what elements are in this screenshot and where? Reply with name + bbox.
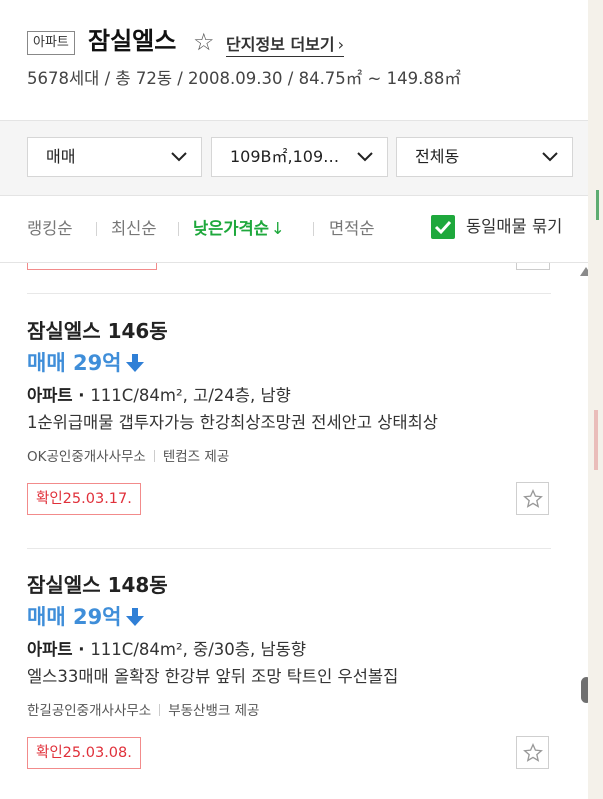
confirm-badge: 확인25.03.17. [27,483,141,515]
complex-name: 잠실엘스 [88,27,177,55]
listing-description: 엘스33매매 올확장 한강뷰 앞뒤 조망 탁트인 우선볼집 [27,667,399,686]
star-outline-icon [523,489,543,508]
map-edge [588,0,603,799]
sort-arrow-down-icon: ↓ [270,219,285,238]
building-select[interactable]: 전체동 [396,137,573,177]
listing-list: 잠실엘스 146동 매매 29억 아파트 · 111C/84m², 고/24층,… [0,263,578,799]
favorite-star-icon[interactable]: ☆ [193,29,215,55]
chevron-right-icon: › [337,35,345,54]
scrollbar-thumb[interactable] [581,677,588,703]
listing-agent: OK공인중개사사무소 텐컴즈 제공 [27,447,229,467]
checkbox-checked-icon[interactable] [431,215,455,239]
listing-spec-text: 111C/84m², 중/30층, 남동향 [90,640,307,659]
area-value: 109B㎡,109… [230,147,340,166]
listing-panel: 아파트 잠실엘스 ☆ 단지정보 더보기 › 5678세대 / 총 72동 / 20… [0,0,588,799]
dedupe-label: 동일매물 묶기 [466,217,563,236]
listing-spec: 아파트 · 111C/84m², 고/24층, 남향 [27,386,291,405]
sort-ranking[interactable]: 랭킹순 [27,218,73,240]
complex-header: 아파트 잠실엘스 ☆ 단지정보 더보기 › 5678세대 / 총 72동 / 20… [0,0,588,121]
trade-type-value: 매매 [46,147,76,166]
listing-kind: 아파트 [27,640,73,659]
map-road [596,190,599,220]
provider-name: 텐컴즈 제공 [162,449,230,465]
sort-latest[interactable]: 최신순 [111,218,157,240]
listing-item[interactable]: 잠실엘스 148동 매매 29억 아파트 · 111C/84m², 중/30층,… [27,572,557,772]
star-outline-icon [523,743,543,762]
sort-divider [96,222,97,236]
listing-description: 1순위급매물 갭투자가능 한강최상조망권 전세안고 상태최상 [27,413,438,432]
listing-price-text: 매매 29억 [27,351,122,375]
arrow-down-icon [125,354,144,372]
provider-name: 부동산뱅크 제공 [168,703,260,719]
sort-bar: 랭킹순 최신순 낮은가격순 ↓ 면적순 동일매물 묶기 [0,196,588,263]
listing-spec: 아파트 · 111C/84m², 중/30층, 남동향 [27,640,307,659]
favorite-button-partial[interactable] [516,263,550,270]
arrow-down-icon [125,608,144,626]
listing-spec-text: 111C/84m², 고/24층, 남향 [90,386,291,405]
listing-price-text: 매매 29억 [27,605,122,629]
agent-divider [159,704,161,716]
sort-low-price[interactable]: 낮은가격순 ↓ [193,218,285,240]
complex-info-link[interactable]: 단지정보 더보기 › [226,34,345,57]
list-divider [27,548,551,549]
sort-divider [313,222,314,236]
area-select[interactable]: 109B㎡,109… [211,137,388,177]
complex-summary: 5678세대 / 총 72동 / 2008.09.30 / 84.75㎡ ~ 1… [27,69,461,88]
favorite-button[interactable] [516,736,549,769]
sort-area[interactable]: 면적순 [329,218,375,240]
list-divider [27,293,551,294]
listing-kind: 아파트 [27,386,73,405]
map-road [594,410,598,470]
sort-low-price-label: 낮은가격순 [193,219,269,238]
type-badge: 아파트 [27,31,75,55]
building-value: 전체동 [415,147,460,166]
agent-divider [153,450,155,462]
listing-price: 매매 29억 [27,603,144,631]
agent-name: 한길공인중개사사무소 [27,703,152,719]
sort-divider [178,222,179,236]
complex-info-link-label: 단지정보 더보기 [226,35,335,54]
scroll-up-arrow-icon[interactable] [580,267,588,276]
filter-bar: 매매 109B㎡,109… 전체동 [0,121,588,196]
listing-item[interactable]: 잠실엘스 146동 매매 29억 아파트 · 111C/84m², 고/24층,… [27,318,557,518]
confirm-badge-partial [27,263,157,270]
listing-price: 매매 29억 [27,349,144,377]
agent-name: OK공인중개사사무소 [27,449,146,465]
listing-agent: 한길공인중개사사무소 부동산뱅크 제공 [27,701,259,721]
listing-title: 잠실엘스 148동 [27,573,168,597]
confirm-badge: 확인25.03.08. [27,737,141,769]
listing-title: 잠실엘스 146동 [27,319,168,343]
favorite-button[interactable] [516,482,549,515]
trade-type-select[interactable]: 매매 [27,137,202,177]
